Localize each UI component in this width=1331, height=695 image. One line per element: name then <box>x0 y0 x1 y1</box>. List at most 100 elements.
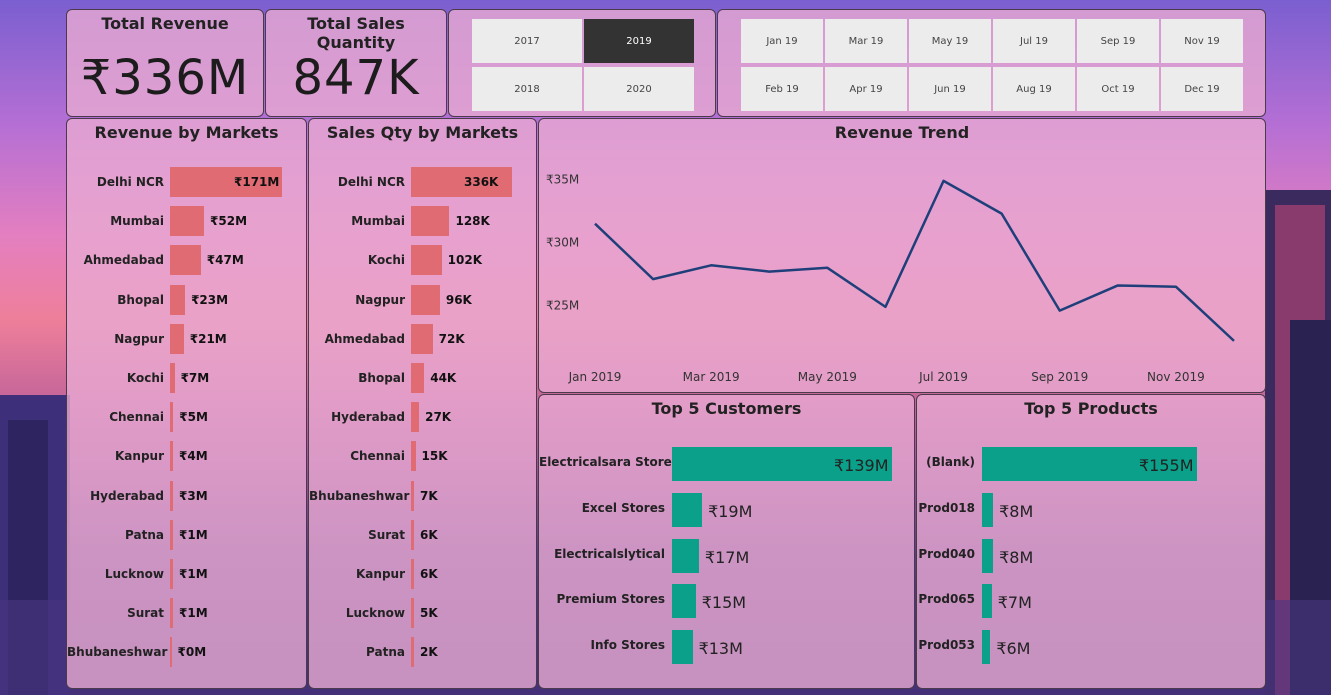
bar-value-label: ₹8M <box>999 501 1034 521</box>
top5-bar[interactable] <box>982 630 991 665</box>
month-button-may[interactable]: May 19 <box>909 19 991 63</box>
month-button-apr[interactable]: Apr 19 <box>825 67 907 111</box>
kpi-value: 847K <box>292 50 420 106</box>
trend-point[interactable] <box>882 304 888 310</box>
revenue-trend-line[interactable] <box>594 179 1235 342</box>
trend-point[interactable] <box>941 178 947 184</box>
top5-customers-chart: Top 5 Customers Electricalsara Stores ₹13… <box>538 394 915 689</box>
market-label: Bhubaneshwar <box>67 645 168 660</box>
market-bar[interactable] <box>170 402 174 433</box>
top5-bar[interactable] <box>672 630 693 665</box>
market-bar[interactable] <box>170 480 173 511</box>
bar-value-label: 27K <box>425 410 452 425</box>
market-label: Chennai <box>350 449 405 464</box>
year-button-2019[interactable]: 2019 <box>584 19 694 63</box>
bar-value-label: ₹3M <box>179 488 208 503</box>
bar-value-label: 102K <box>447 253 483 268</box>
bar-value-label: ₹23M <box>191 292 229 307</box>
trend-point[interactable] <box>1115 282 1121 288</box>
market-bar[interactable] <box>411 284 440 315</box>
top5-bar[interactable] <box>982 584 992 619</box>
x-tick-label: Jul 2019 <box>918 370 968 384</box>
bar-value-label: ₹171M <box>234 175 280 189</box>
year-button-2017[interactable]: 2017 <box>472 19 582 63</box>
trend-point[interactable] <box>650 276 656 282</box>
trend-point[interactable] <box>1173 284 1179 290</box>
top5-bar[interactable] <box>982 492 994 527</box>
month-button-mar[interactable]: Mar 19 <box>825 19 907 63</box>
revenue-trend-plot: ₹25M ₹30M ₹35M Jan 2019 Mar 2019 May 2019 Jul … <box>546 173 1237 384</box>
month-button-aug[interactable]: Aug 19 <box>993 67 1075 111</box>
top5-label: Prod040 <box>918 546 975 561</box>
month-button-feb[interactable]: Feb 19 <box>741 67 823 111</box>
month-button-nov[interactable]: Nov 19 <box>1161 19 1243 63</box>
market-label: Patna <box>366 645 405 660</box>
market-bar[interactable] <box>411 480 414 511</box>
kpi-title: Total Revenue <box>101 14 229 33</box>
kpi-value: ₹336M <box>80 50 250 106</box>
bar-value-label: ₹15M <box>701 593 747 613</box>
market-label: Surat <box>368 527 405 542</box>
market-bar[interactable] <box>170 637 172 668</box>
market-bar[interactable] <box>411 598 414 629</box>
chart-title: Revenue by Markets <box>94 123 279 142</box>
market-label: Delhi NCR <box>96 175 164 189</box>
trend-point[interactable] <box>1057 308 1063 314</box>
month-button-dec[interactable]: Dec 19 <box>1161 67 1243 111</box>
market-bar[interactable] <box>170 284 186 315</box>
top5-bar[interactable] <box>672 492 703 527</box>
market-bar[interactable] <box>170 245 201 276</box>
top5-label: Excel Stores <box>581 500 665 515</box>
trend-point[interactable] <box>1231 338 1237 344</box>
market-bar[interactable] <box>411 519 414 550</box>
year-button-2020[interactable]: 2020 <box>584 67 694 111</box>
bar-value-label: 7K <box>420 488 438 503</box>
kpi-card-total-sales-quantity: Total Sales Quantity 847K <box>265 9 447 117</box>
month-button-jun[interactable]: Jun 19 <box>909 67 991 111</box>
bar-value-label: ₹52M <box>210 214 248 229</box>
market-bar[interactable] <box>411 206 450 237</box>
bar-value-label: 5K <box>420 606 438 621</box>
month-button-sep[interactable]: Sep 19 <box>1077 19 1159 63</box>
market-bar[interactable] <box>411 245 442 276</box>
market-bar[interactable] <box>170 519 173 550</box>
trend-point[interactable] <box>824 265 830 271</box>
market-bar[interactable] <box>170 559 173 589</box>
bar-value-label: ₹1M <box>179 527 208 542</box>
month-button-oct[interactable]: Oct 19 <box>1077 67 1159 111</box>
bar-value-label: ₹47M <box>206 253 244 268</box>
trend-point[interactable] <box>592 221 598 227</box>
trend-point[interactable] <box>766 269 772 275</box>
bar-value-label: 6K <box>420 567 438 581</box>
bar-value-label: ₹155M <box>1139 456 1194 475</box>
bar-value-label: ₹6M <box>996 639 1031 659</box>
market-bar[interactable] <box>411 441 416 472</box>
market-label: Hyderabad <box>331 410 405 425</box>
trend-point[interactable] <box>708 262 714 268</box>
market-bar[interactable] <box>170 363 175 393</box>
market-bar[interactable] <box>170 598 173 629</box>
market-bar[interactable] <box>411 637 414 668</box>
market-bar[interactable] <box>411 402 420 433</box>
top5-bar[interactable] <box>672 538 699 573</box>
market-bar[interactable] <box>170 206 205 237</box>
bar-value-label: ₹5M <box>179 410 208 425</box>
month-button-jul[interactable]: Jul 19 <box>993 19 1075 63</box>
month-button-jan[interactable]: Jan 19 <box>741 19 823 63</box>
market-bar[interactable] <box>170 441 173 472</box>
market-bar[interactable] <box>411 559 414 589</box>
bar-value-label: ₹1M <box>179 567 208 581</box>
top5-label: (Blank) <box>926 455 975 469</box>
top5-bar[interactable] <box>672 584 696 619</box>
market-bar[interactable] <box>411 363 425 393</box>
top5-bar[interactable] <box>982 538 994 573</box>
top5-label: Electricalsara Stores <box>539 455 679 469</box>
kpi-card-total-revenue: Total Revenue ₹336M <box>66 9 264 117</box>
top5-products-chart: Top 5 Products (Blank) ₹155M Prod018 ₹8M Pro… <box>916 394 1266 689</box>
trend-point[interactable] <box>999 211 1005 217</box>
top5-label: Prod018 <box>918 500 975 515</box>
year-button-2018[interactable]: 2018 <box>472 67 582 111</box>
market-label: Ahmedabad <box>83 253 164 268</box>
market-bar[interactable] <box>411 323 433 354</box>
market-bar[interactable] <box>170 323 184 354</box>
